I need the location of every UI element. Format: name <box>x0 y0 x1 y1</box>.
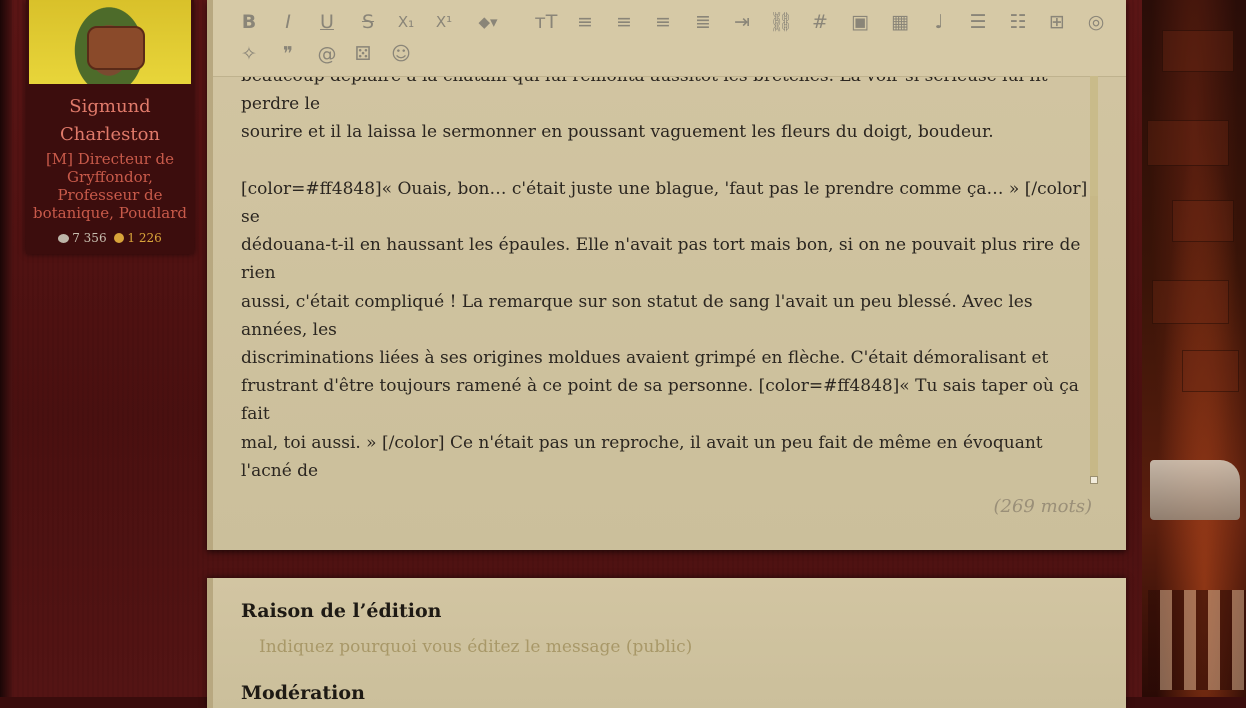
table-icon[interactable]: ⊞ <box>1044 9 1070 35</box>
text-line: [color=#ff4848]« Ouais, bon… c'était jus… <box>241 178 1088 227</box>
moderation-title: Modération <box>241 682 365 704</box>
bold-icon[interactable]: B <box>236 9 262 35</box>
text-line: sourire et il la laissa le sermonner en … <box>241 122 994 143</box>
font-size-icon[interactable]: ᴛT <box>533 9 559 35</box>
superscript-icon[interactable]: X¹ <box>431 9 457 35</box>
hide-icon[interactable]: ◎ <box>1083 9 1109 35</box>
edit-reason-input[interactable] <box>241 630 1091 664</box>
fill-color-icon[interactable]: ◆▾ <box>475 9 501 35</box>
align-right-icon[interactable]: ≡ <box>650 9 676 35</box>
dice-icon[interactable]: ⚄ <box>350 41 376 67</box>
message-editor: beaucoup déplaire à la châtain qui lui r… <box>207 0 1126 550</box>
edit-reason-panel: Raison de l’édition Modération <box>207 578 1126 708</box>
mention-icon[interactable]: @ <box>314 41 340 67</box>
text-line: mal, toi aussi. » [/color] Ce n'était pa… <box>241 432 1043 481</box>
edit-reason-title: Raison de l’édition <box>241 600 442 622</box>
author-stats: 7 356 1 226 <box>26 231 194 245</box>
link-icon[interactable]: ⛓ <box>768 9 794 35</box>
text-line: discriminations liées à ses origines mol… <box>241 348 1049 369</box>
video-icon[interactable]: ▦ <box>887 9 913 35</box>
bullet-list-icon[interactable]: ☰ <box>965 9 991 35</box>
text-line: dédouana-t-il en haussant les épaules. E… <box>241 235 1081 284</box>
numbered-list-icon[interactable]: ☷ <box>1005 9 1031 35</box>
paper-stack-decoration <box>1150 460 1240 520</box>
text-line: aussi, c'était compliqué ! La remarque s… <box>241 291 1033 340</box>
textarea-resize-handle[interactable] <box>1090 476 1098 484</box>
subscript-icon[interactable]: X₁ <box>393 9 419 35</box>
music-icon[interactable]: ♩ <box>926 9 952 35</box>
hashtag-icon[interactable]: # <box>807 9 833 35</box>
message-textarea[interactable]: beaucoup déplaire à la châtain qui lui r… <box>241 62 1091 482</box>
emoji-icon[interactable]: ☺ <box>388 41 414 67</box>
indent-icon[interactable]: ⇥ <box>729 9 755 35</box>
author-rank: [M] Directeur de Gryffondor, Professeur … <box>32 150 188 222</box>
textarea-scrollbar-thumb[interactable] <box>1090 196 1098 478</box>
underline-icon[interactable]: U <box>314 9 340 35</box>
magic-wand-icon[interactable]: ✧ <box>236 41 262 67</box>
chessboard-decoration <box>1148 590 1246 690</box>
avatar[interactable] <box>29 0 191 84</box>
background-left-border <box>0 0 12 697</box>
text-line: frustrant d'être toujours ramené à ce po… <box>241 376 1079 425</box>
textarea-scrollbar-upper <box>1090 76 1098 196</box>
author-profile-card: Sigmund Charleston [M] Directeur de Gryf… <box>26 0 194 254</box>
justify-icon[interactable]: ≣ <box>690 9 716 35</box>
author-name-last[interactable]: Charleston <box>26 124 194 145</box>
editor-toolbar: B I U S X₁ X¹ ◆▾ ᴛT ≡ ≡ ≡ ≣ ⇥ ⛓ # ▣ ▦ ♩ ☰ ☷ ⊞ ◎ ✧ ❞ @ ⚄ ☺ <box>213 0 1126 77</box>
image-icon[interactable]: ▣ <box>847 9 873 35</box>
align-left-icon[interactable]: ≡ <box>572 9 598 35</box>
points-count: 1 226 <box>127 231 162 245</box>
message-count-icon <box>58 234 70 243</box>
italic-icon[interactable]: I <box>275 9 301 35</box>
quote-icon[interactable]: ❞ <box>275 41 301 67</box>
avatar-bag <box>87 26 145 70</box>
author-name-first[interactable]: Sigmund <box>26 96 194 117</box>
points-icon <box>114 233 125 243</box>
align-center-icon[interactable]: ≡ <box>611 9 637 35</box>
word-count: (269 mots) <box>993 496 1093 517</box>
strikethrough-icon[interactable]: S <box>355 9 381 35</box>
message-count: 7 356 <box>72 231 107 245</box>
